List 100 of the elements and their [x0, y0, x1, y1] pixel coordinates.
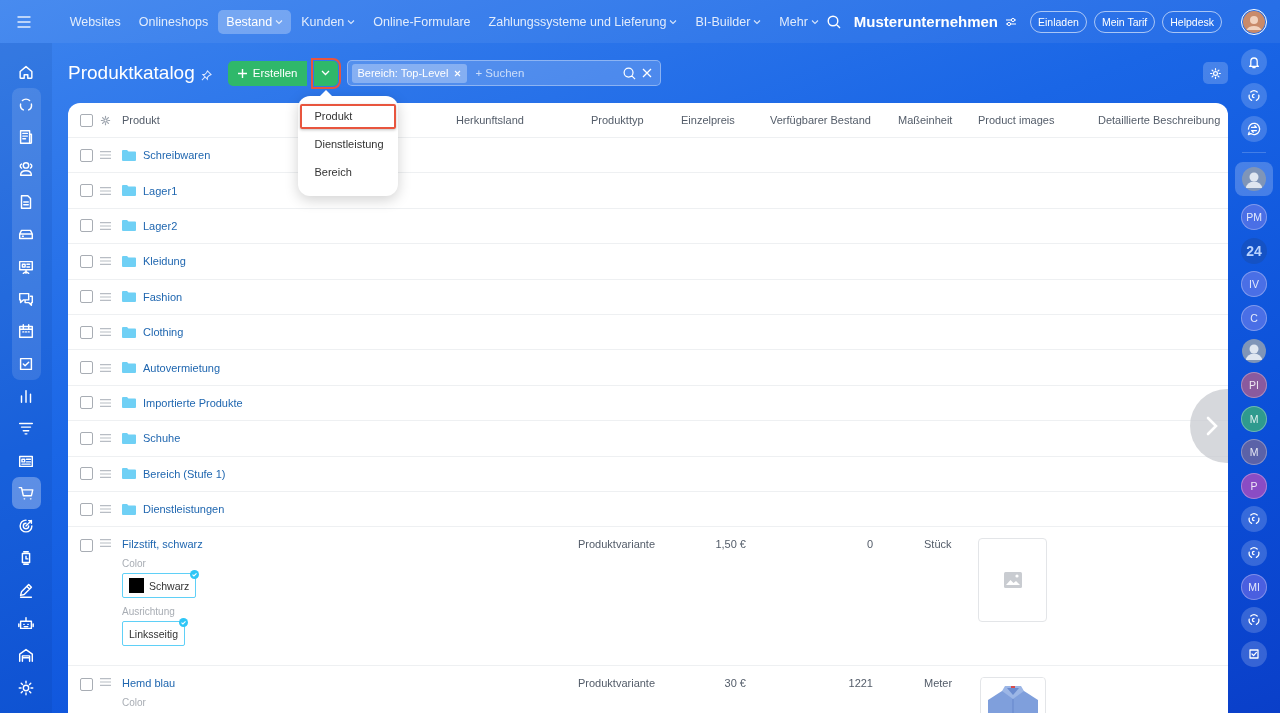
initials-avatar[interactable]: IV — [1241, 271, 1267, 298]
orbit-icon[interactable] — [1241, 82, 1267, 109]
drag-handle-icon[interactable] — [100, 221, 111, 230]
cart-icon[interactable] — [11, 477, 41, 510]
user-avatar[interactable] — [1241, 8, 1267, 35]
chat-icon[interactable] — [1241, 116, 1267, 143]
row-checkbox[interactable] — [80, 678, 93, 692]
drag-handle-icon[interactable] — [100, 257, 111, 266]
row-checkbox[interactable] — [80, 539, 93, 553]
folder-link[interactable]: Schreibwaren — [143, 149, 211, 162]
close-icon[interactable] — [454, 69, 462, 77]
row-checkbox[interactable] — [80, 290, 93, 304]
row-checkbox[interactable] — [80, 431, 93, 445]
initials-avatar[interactable]: PM — [1241, 203, 1267, 230]
orbit-icon[interactable] — [1241, 506, 1267, 533]
property-chip[interactable]: Linksseitig — [122, 621, 186, 647]
search-icon[interactable] — [826, 14, 841, 29]
drag-handle-icon[interactable] — [100, 363, 111, 372]
property-chip[interactable]: Schwarz — [122, 573, 197, 599]
row-checkbox[interactable] — [80, 361, 93, 375]
initials-avatar[interactable]: MI — [1241, 573, 1267, 600]
avatar[interactable] — [1235, 162, 1273, 197]
page-title: Produktkatalog — [68, 62, 195, 84]
row-checkbox[interactable] — [80, 254, 93, 268]
nav-tab[interactable]: Zahlungssysteme und Lieferung — [480, 9, 686, 34]
table-cell: Produktvariante — [578, 538, 656, 551]
product-link[interactable]: Hemd blau — [122, 677, 176, 690]
company-name[interactable]: Musterunternehmen — [853, 13, 998, 30]
orbit-icon[interactable] — [1241, 607, 1267, 634]
avatar[interactable] — [1241, 338, 1267, 365]
column-header[interactable]: Product images — [966, 114, 1055, 126]
image-icon — [1003, 572, 1022, 589]
folder-link[interactable]: Schuhe — [143, 432, 181, 445]
column-header[interactable]: Verfügbarer Bestand — [756, 114, 871, 126]
folder-link[interactable]: Kleidung — [143, 255, 186, 268]
menu-item[interactable]: Bereich — [299, 159, 396, 185]
folder-link[interactable]: Clothing — [143, 326, 184, 339]
initials-avatar[interactable]: C — [1241, 304, 1267, 331]
create-dropdown-toggle[interactable] — [313, 60, 338, 86]
nav-tab[interactable]: Mehr — [771, 9, 827, 34]
drag-handle-icon[interactable] — [100, 328, 111, 337]
folder-icon — [122, 432, 136, 444]
nav-tab[interactable]: Online-Formulare — [365, 9, 479, 34]
nav-tab[interactable]: BI-Builder — [687, 9, 770, 34]
column-header[interactable]: Produkt — [122, 114, 160, 126]
sliders-icon[interactable] — [1005, 16, 1017, 27]
column-header[interactable]: Herkunftsland — [444, 114, 524, 126]
table-cell: Produktvariante — [578, 677, 656, 690]
task-icon[interactable] — [1241, 640, 1267, 667]
nav-tab[interactable]: Kunden — [293, 9, 364, 34]
folder-link[interactable]: Dienstleistungen — [143, 503, 225, 516]
folder-link[interactable]: Lager1 — [143, 184, 178, 197]
drag-handle-icon[interactable] — [100, 469, 111, 478]
bell-icon[interactable] — [1241, 49, 1267, 75]
orbit-icon[interactable] — [11, 88, 41, 121]
row-checkbox[interactable] — [80, 148, 93, 162]
select-all-checkbox[interactable] — [80, 113, 93, 127]
drag-handle-icon[interactable] — [100, 151, 111, 160]
folder-icon — [122, 255, 136, 267]
initials-avatar[interactable]: PI — [1241, 371, 1267, 398]
folder-link[interactable]: Autovermietung — [143, 361, 221, 374]
chevron-right-icon — [1206, 416, 1218, 436]
row-checkbox[interactable] — [80, 467, 93, 481]
search-icon[interactable] — [622, 66, 636, 80]
drag-handle-icon[interactable] — [100, 398, 111, 407]
product-link[interactable]: Filzstift, schwarz — [122, 538, 203, 551]
folder-link[interactable]: Bereich (Stufe 1) — [143, 467, 226, 480]
folder-link[interactable]: Fashion — [143, 290, 183, 303]
orbit-icon[interactable] — [1241, 539, 1267, 566]
settings-button[interactable] — [1203, 62, 1228, 84]
folder-link[interactable]: Importierte Produkte — [143, 396, 243, 409]
row-checkbox[interactable] — [80, 219, 93, 233]
row-checkbox[interactable] — [80, 184, 93, 198]
app-logo[interactable]: 24 — [1241, 237, 1267, 264]
folder-link[interactable]: Lager2 — [143, 219, 178, 232]
drag-handle-icon[interactable] — [100, 292, 111, 301]
column-header[interactable]: Produkttyp — [571, 114, 644, 126]
initials-avatar[interactable]: P — [1241, 472, 1267, 499]
pin-icon[interactable] — [200, 69, 212, 81]
row-checkbox[interactable] — [80, 396, 93, 410]
column-header[interactable]: Maßeinheit — [885, 114, 953, 126]
drag-handle-icon[interactable] — [100, 539, 111, 548]
task-icon[interactable] — [11, 347, 41, 380]
row-checkbox[interactable] — [80, 502, 93, 516]
nav-tab[interactable]: Onlineshops — [130, 9, 217, 34]
drag-handle-icon[interactable] — [100, 678, 111, 687]
close-icon[interactable] — [641, 68, 652, 78]
column-header[interactable]: Detaillierte Beschreibung — [1090, 114, 1221, 126]
row-checkbox[interactable] — [80, 325, 93, 339]
drag-handle-icon[interactable] — [100, 186, 111, 195]
menu-item[interactable]: Dienstleistung — [299, 131, 396, 157]
folder-icon — [122, 185, 136, 197]
drag-handle-icon[interactable] — [100, 434, 111, 443]
drag-handle-icon[interactable] — [100, 505, 111, 514]
column-header[interactable]: Einzelpreis — [671, 114, 735, 126]
menu-item[interactable]: Produkt — [299, 103, 396, 129]
property-label: Color — [122, 558, 146, 570]
initials-avatar[interactable]: M — [1241, 439, 1267, 466]
property-value: Schwarz — [149, 579, 190, 592]
nav-tab[interactable]: Websites — [61, 9, 129, 34]
